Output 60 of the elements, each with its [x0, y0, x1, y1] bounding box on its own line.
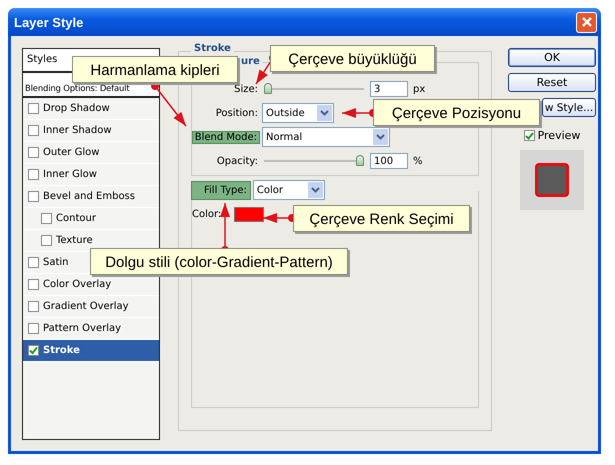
- checkbox[interactable]: [28, 169, 39, 180]
- checkbox[interactable]: [41, 235, 52, 246]
- check-icon: [29, 346, 38, 355]
- window-title: Layer Style: [14, 14, 84, 30]
- checkbox[interactable]: [28, 147, 39, 158]
- style-item[interactable]: Contour: [56, 213, 96, 224]
- checkbox[interactable]: [28, 257, 39, 268]
- group-title: Stroke: [191, 43, 234, 54]
- checkbox[interactable]: [28, 279, 39, 290]
- dialog-button[interactable]: w Style...: [542, 98, 596, 117]
- checkbox[interactable]: [41, 213, 52, 224]
- field-label: Fill Type:: [191, 180, 251, 200]
- style-item[interactable]: Inner Shadow: [43, 125, 112, 136]
- callout-note: Çerçeve Renk Seçimi: [293, 205, 470, 232]
- field-label: Blend Mode:: [192, 130, 260, 144]
- style-item[interactable]: Outer Glow: [43, 147, 100, 158]
- field-label: Position:: [214, 108, 259, 118]
- size-field[interactable]: 3: [370, 81, 408, 97]
- callout-note: Çerçeve büyüklüğü: [270, 45, 435, 72]
- callout-arrow: [151, 82, 187, 126]
- checkbox[interactable]: [28, 125, 39, 136]
- unit-label: %: [413, 156, 423, 166]
- preview-swatch: [535, 163, 569, 197]
- check-icon: [524, 130, 534, 140]
- dialog-button[interactable]: Reset: [508, 73, 596, 92]
- style-item[interactable]: Satin: [43, 257, 69, 268]
- callout-note: Çerçeve Pozisyonu: [373, 99, 540, 126]
- fill-type-dropdown[interactable]: Color: [252, 180, 325, 200]
- checkbox[interactable]: [28, 301, 39, 312]
- checkbox[interactable]: [28, 191, 39, 202]
- blend-mode-dropdown[interactable]: Normal: [262, 127, 390, 147]
- dialog-button[interactable]: OK: [508, 48, 596, 67]
- slider-thumb[interactable]: [264, 83, 272, 94]
- styles-header[interactable]: Styles: [27, 54, 58, 65]
- preview-checkbox[interactable]: [524, 130, 535, 141]
- style-item[interactable]: Texture: [56, 235, 93, 246]
- unit-label: px: [413, 84, 426, 94]
- color-swatch[interactable]: [234, 207, 264, 222]
- field-label: Color:: [192, 209, 222, 220]
- style-item[interactable]: Bevel and Emboss: [43, 191, 135, 202]
- style-item[interactable]: Color Overlay: [43, 279, 112, 290]
- close-button[interactable]: [576, 12, 597, 32]
- style-item[interactable]: Inner Glow: [43, 169, 97, 180]
- style-item[interactable]: Stroke: [43, 345, 80, 356]
- callout-note: Dolgu stili (color-Gradient-Pattern): [90, 248, 348, 275]
- slider-thumb[interactable]: [356, 155, 364, 166]
- opacity-field[interactable]: 100: [370, 153, 408, 169]
- field-label: Opacity:: [216, 156, 259, 166]
- style-item[interactable]: Drop Shadow: [43, 103, 110, 114]
- position-dropdown[interactable]: Outside: [262, 103, 334, 123]
- checkbox[interactable]: [28, 103, 39, 114]
- field-label: Size:: [233, 84, 259, 94]
- style-item[interactable]: Gradient Overlay: [43, 301, 129, 312]
- callout-note: Harmanlama kipleri: [72, 56, 238, 83]
- preview-label: Preview: [538, 129, 580, 142]
- group-title: ure: [239, 56, 262, 67]
- checkbox[interactable]: [28, 323, 39, 334]
- checkbox[interactable]: [28, 345, 39, 356]
- close-icon: [580, 16, 592, 28]
- style-item[interactable]: Pattern Overlay: [43, 323, 122, 334]
